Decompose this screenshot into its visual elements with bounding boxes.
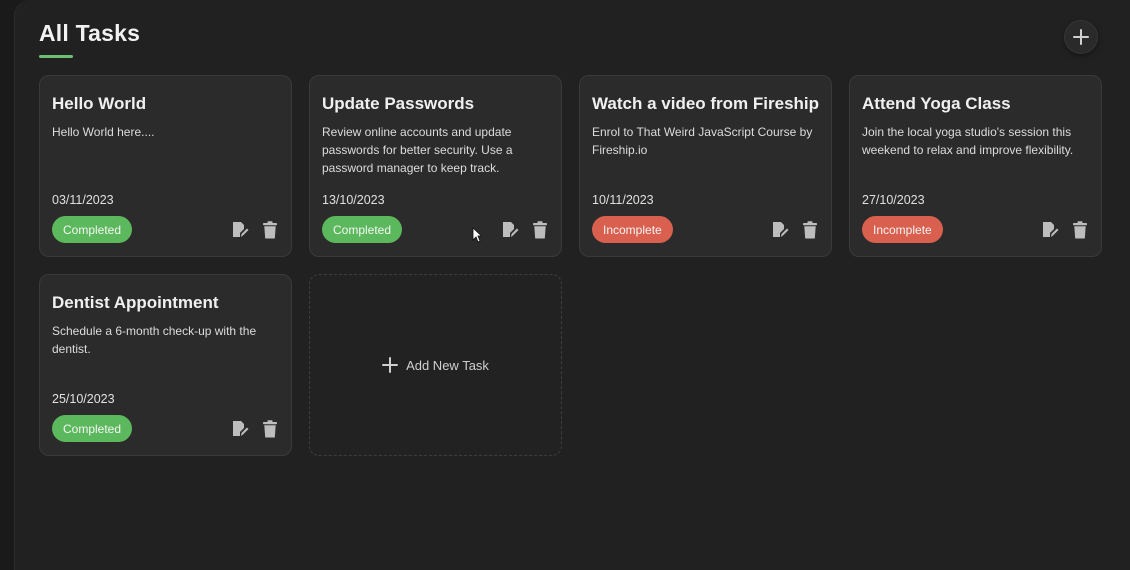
task-footer: Completed (322, 216, 549, 243)
edit-icon[interactable] (501, 221, 519, 239)
task-card: Update Passwords Review online accounts … (309, 75, 562, 257)
page-title: All Tasks (39, 20, 141, 46)
status-badge[interactable]: Incomplete (862, 216, 943, 243)
trash-icon[interactable] (261, 419, 279, 438)
task-title: Watch a video from Fireship (592, 94, 820, 113)
task-date: 13/10/2023 (322, 193, 385, 207)
task-actions (1041, 220, 1089, 239)
plus-icon (1073, 29, 1089, 45)
task-footer: Completed (52, 216, 279, 243)
trash-icon[interactable] (261, 220, 279, 239)
task-actions (501, 220, 549, 239)
plus-icon (382, 357, 399, 373)
task-date: 10/11/2023 (592, 193, 654, 207)
add-task-button[interactable] (1064, 20, 1098, 54)
task-description: Review online accounts and update passwo… (322, 125, 513, 175)
title-underline (39, 55, 73, 58)
task-card: Watch a video from Fireship Enrol to Tha… (579, 75, 832, 257)
trash-icon[interactable] (801, 220, 819, 239)
task-description: Hello World here.... (52, 125, 155, 139)
task-description: Schedule a 6-month check-up with the den… (52, 324, 257, 356)
mouse-cursor-icon (472, 227, 482, 243)
task-description: Enrol to That Weird JavaScript Course by… (592, 125, 813, 157)
task-footer: Completed (52, 415, 279, 442)
edit-icon[interactable] (231, 221, 249, 239)
trash-icon[interactable] (531, 220, 549, 239)
task-title: Attend Yoga Class (862, 94, 1011, 113)
task-card: Dentist Appointment Schedule a 6-month c… (39, 274, 292, 456)
add-new-task-card[interactable]: Add New Task (309, 274, 562, 456)
task-title: Hello World (52, 94, 147, 113)
task-title: Update Passwords (322, 94, 475, 113)
task-date: 27/10/2023 (862, 193, 925, 207)
tasks-panel: All Tasks Hello World Hello World here..… (14, 0, 1130, 570)
task-card: Hello World Hello World here.... 03/11/2… (39, 75, 292, 257)
task-card: Attend Yoga Class Join the local yoga st… (849, 75, 1102, 257)
edit-icon[interactable] (771, 221, 789, 239)
trash-icon[interactable] (1071, 220, 1089, 239)
edit-icon[interactable] (231, 420, 249, 438)
task-date: 03/11/2023 (52, 193, 114, 207)
status-badge[interactable]: Incomplete (592, 216, 673, 243)
task-footer: Incomplete (592, 216, 819, 243)
status-badge[interactable]: Completed (322, 216, 403, 243)
status-badge[interactable]: Completed (52, 415, 133, 442)
task-actions (231, 220, 279, 239)
task-actions (771, 220, 819, 239)
page-header: All Tasks (39, 20, 140, 58)
task-description: Join the local yoga studio's session thi… (862, 125, 1074, 157)
task-title: Dentist Appointment (52, 293, 219, 312)
task-actions (231, 419, 279, 438)
task-date: 25/10/2023 (52, 392, 115, 406)
task-footer: Incomplete (862, 216, 1089, 243)
status-badge[interactable]: Completed (52, 216, 133, 243)
edit-icon[interactable] (1041, 221, 1059, 239)
add-new-task-label: Add New Task (406, 357, 489, 373)
task-grid: Hello World Hello World here.... 03/11/2… (39, 75, 1102, 456)
